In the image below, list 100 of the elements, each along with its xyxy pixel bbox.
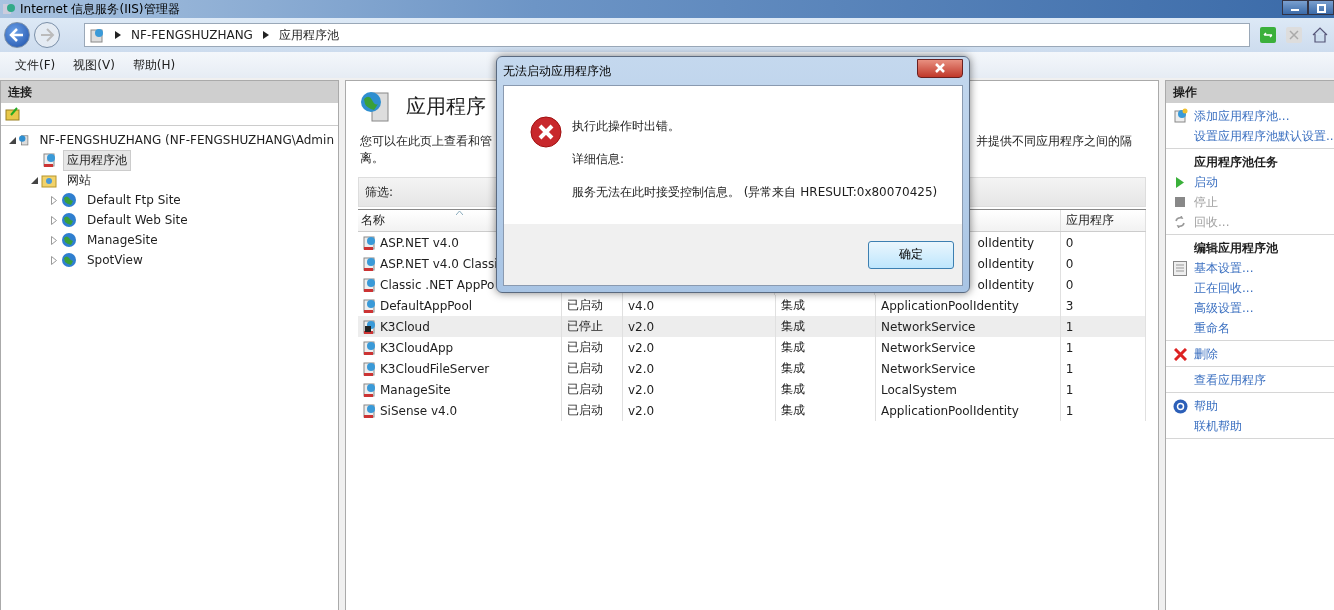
collapsed-icon[interactable] bbox=[51, 215, 57, 225]
table-row[interactable]: K3Cloud 已停止 v2.0 集成 NetworkService 1 bbox=[358, 316, 1146, 337]
table-row[interactable]: SiSense v4.0 已启动 v2.0 集成 ApplicationPoolIdentity 1 bbox=[358, 400, 1146, 421]
table-cell: LocalSystem bbox=[881, 382, 957, 397]
menu-item[interactable]: 视图(V) bbox=[64, 56, 124, 74]
table-cell: ASP.NET v4.0 Classi bbox=[380, 256, 498, 271]
table-cell: olIdentity bbox=[977, 256, 1035, 271]
table-cell: SiSense v4.0 bbox=[380, 403, 458, 418]
breadcrumb-item[interactable]: 应用程序池 bbox=[278, 26, 339, 44]
table-cell: 1 bbox=[1065, 361, 1074, 376]
expanded-icon[interactable] bbox=[9, 136, 17, 144]
tree-item[interactable]: 网站 bbox=[63, 169, 95, 191]
action-link[interactable]: 重命名 bbox=[1194, 319, 1230, 337]
table-cell: 集成 bbox=[780, 381, 805, 398]
dialog-title: 无法启动应用程序池 bbox=[503, 62, 611, 80]
tree-item[interactable]: Default Ftp Site bbox=[83, 191, 185, 209]
table-cell: olIdentity bbox=[977, 277, 1035, 292]
action-link[interactable]: 删除 bbox=[1194, 345, 1218, 363]
table-cell: Classic .NET AppPo bbox=[380, 277, 495, 292]
action-link[interactable]: 正在回收... bbox=[1194, 279, 1254, 297]
minimize-button[interactable] bbox=[1282, 0, 1308, 15]
restore-button[interactable] bbox=[1308, 0, 1334, 15]
table-cell: 已启动 bbox=[567, 381, 604, 398]
table-cell: 1 bbox=[1065, 319, 1074, 334]
action-link[interactable]: 基本设置... bbox=[1194, 259, 1254, 277]
pane-header: 连接 bbox=[1, 81, 338, 103]
table-cell: 集成 bbox=[780, 318, 805, 335]
table-cell: ApplicationPoolIdentity bbox=[881, 403, 1019, 418]
menu-item[interactable]: 帮助(H) bbox=[123, 56, 185, 74]
tree-item[interactable]: SpotView bbox=[83, 251, 147, 269]
table-row[interactable]: K3CloudApp 已启动 v2.0 集成 NetworkService 1 bbox=[358, 337, 1146, 358]
pane-header: 操作 bbox=[1166, 81, 1334, 103]
recycle-icon bbox=[1174, 216, 1186, 228]
back-button[interactable] bbox=[4, 22, 30, 48]
error-details: 服务无法在此时接受控制信息。 (异常来自 HRESULT:0x80070425) bbox=[572, 184, 938, 201]
action-link[interactable]: 查看应用程序 bbox=[1194, 371, 1266, 389]
table-cell: 1 bbox=[1065, 340, 1074, 355]
menu-item[interactable]: 文件(F) bbox=[6, 56, 65, 74]
table-cell: 集成 bbox=[780, 339, 805, 356]
collapsed-icon[interactable] bbox=[51, 195, 57, 205]
description-text: 离。 bbox=[360, 151, 384, 165]
play-icon bbox=[1176, 176, 1184, 188]
address-bar[interactable]: NF-FENGSHUZHANG 应用程序池 bbox=[84, 23, 1250, 47]
refresh-icon[interactable] bbox=[1260, 27, 1276, 43]
close-button[interactable] bbox=[917, 58, 963, 78]
document-icon bbox=[1173, 260, 1187, 276]
table-cell: 0 bbox=[1065, 256, 1074, 271]
table-cell: olIdentity bbox=[977, 235, 1035, 250]
arrow-icon bbox=[262, 31, 269, 39]
table-cell: v2.0 bbox=[627, 319, 655, 334]
table-cell: NetworkService bbox=[881, 361, 976, 376]
error-icon bbox=[530, 116, 562, 148]
globe-icon bbox=[61, 252, 77, 268]
table-cell: 1 bbox=[1065, 403, 1074, 418]
action-link[interactable]: 帮助 bbox=[1194, 397, 1218, 415]
app-icon bbox=[2, 2, 16, 16]
action-link[interactable]: 高级设置... bbox=[1194, 299, 1254, 317]
table-cell: 集成 bbox=[780, 402, 805, 419]
table-cell: NetworkService bbox=[881, 340, 976, 355]
table-cell: ManageSite bbox=[380, 382, 451, 397]
home-icon[interactable] bbox=[1312, 27, 1328, 43]
action-link[interactable]: 设置应用程序池默认设置.. bbox=[1194, 127, 1334, 145]
table-cell: v2.0 bbox=[627, 361, 655, 376]
section-heading: 编辑应用程序池 bbox=[1194, 239, 1278, 257]
delete-icon bbox=[1173, 347, 1187, 361]
ok-button[interactable]: 确定 bbox=[868, 240, 954, 269]
collapsed-icon[interactable] bbox=[51, 255, 57, 265]
connect-icon[interactable] bbox=[5, 107, 21, 121]
stop-icon[interactable] bbox=[1286, 27, 1302, 43]
server-icon bbox=[18, 132, 30, 148]
action-link[interactable]: 添加应用程序池... bbox=[1194, 107, 1290, 125]
table-cell: DefaultAppPool bbox=[380, 298, 473, 313]
restore-icon bbox=[1316, 2, 1326, 13]
tree-item[interactable]: Default Web Site bbox=[83, 211, 192, 229]
column-header[interactable]: 应用程序 bbox=[1060, 210, 1146, 231]
tree-item[interactable]: NF-FENGSHUZHANG (NF-FENGSHUZHANG\Admin bbox=[35, 131, 338, 149]
table-row[interactable]: K3CloudFileServer 已启动 v2.0 集成 NetworkService 1 bbox=[358, 358, 1146, 379]
table-cell: 集成 bbox=[780, 360, 805, 377]
table-cell: K3CloudApp bbox=[380, 340, 454, 355]
window-title: Internet 信息服务(IIS)管理器 bbox=[20, 0, 180, 18]
tree-item[interactable]: 应用程序池 bbox=[63, 149, 131, 171]
action-link[interactable]: 联机帮助 bbox=[1194, 417, 1242, 435]
tree-item[interactable]: ManageSite bbox=[83, 231, 162, 249]
table-cell: v4.0 bbox=[627, 298, 655, 313]
table-cell: 已启动 bbox=[567, 360, 604, 377]
table-cell: 已停止 bbox=[567, 318, 604, 335]
table-cell: 集成 bbox=[780, 297, 805, 314]
table-row[interactable]: ManageSite 已启动 v2.0 集成 LocalSystem 1 bbox=[358, 379, 1146, 400]
forward-button[interactable] bbox=[34, 22, 60, 48]
breadcrumb-item[interactable]: NF-FENGSHUZHANG bbox=[131, 28, 253, 42]
close-icon bbox=[935, 63, 945, 73]
table-cell: ASP.NET v4.0 bbox=[380, 235, 459, 250]
action-link[interactable]: 启动 bbox=[1194, 173, 1218, 191]
expanded-icon[interactable] bbox=[30, 176, 38, 184]
help-icon bbox=[1172, 398, 1188, 414]
collapsed-icon[interactable] bbox=[51, 235, 57, 245]
pool-icon bbox=[1172, 108, 1188, 124]
pool-server-icon bbox=[358, 89, 392, 123]
description-text: 您可以在此页上查看和管 bbox=[360, 133, 492, 150]
stop-icon bbox=[1175, 197, 1185, 207]
